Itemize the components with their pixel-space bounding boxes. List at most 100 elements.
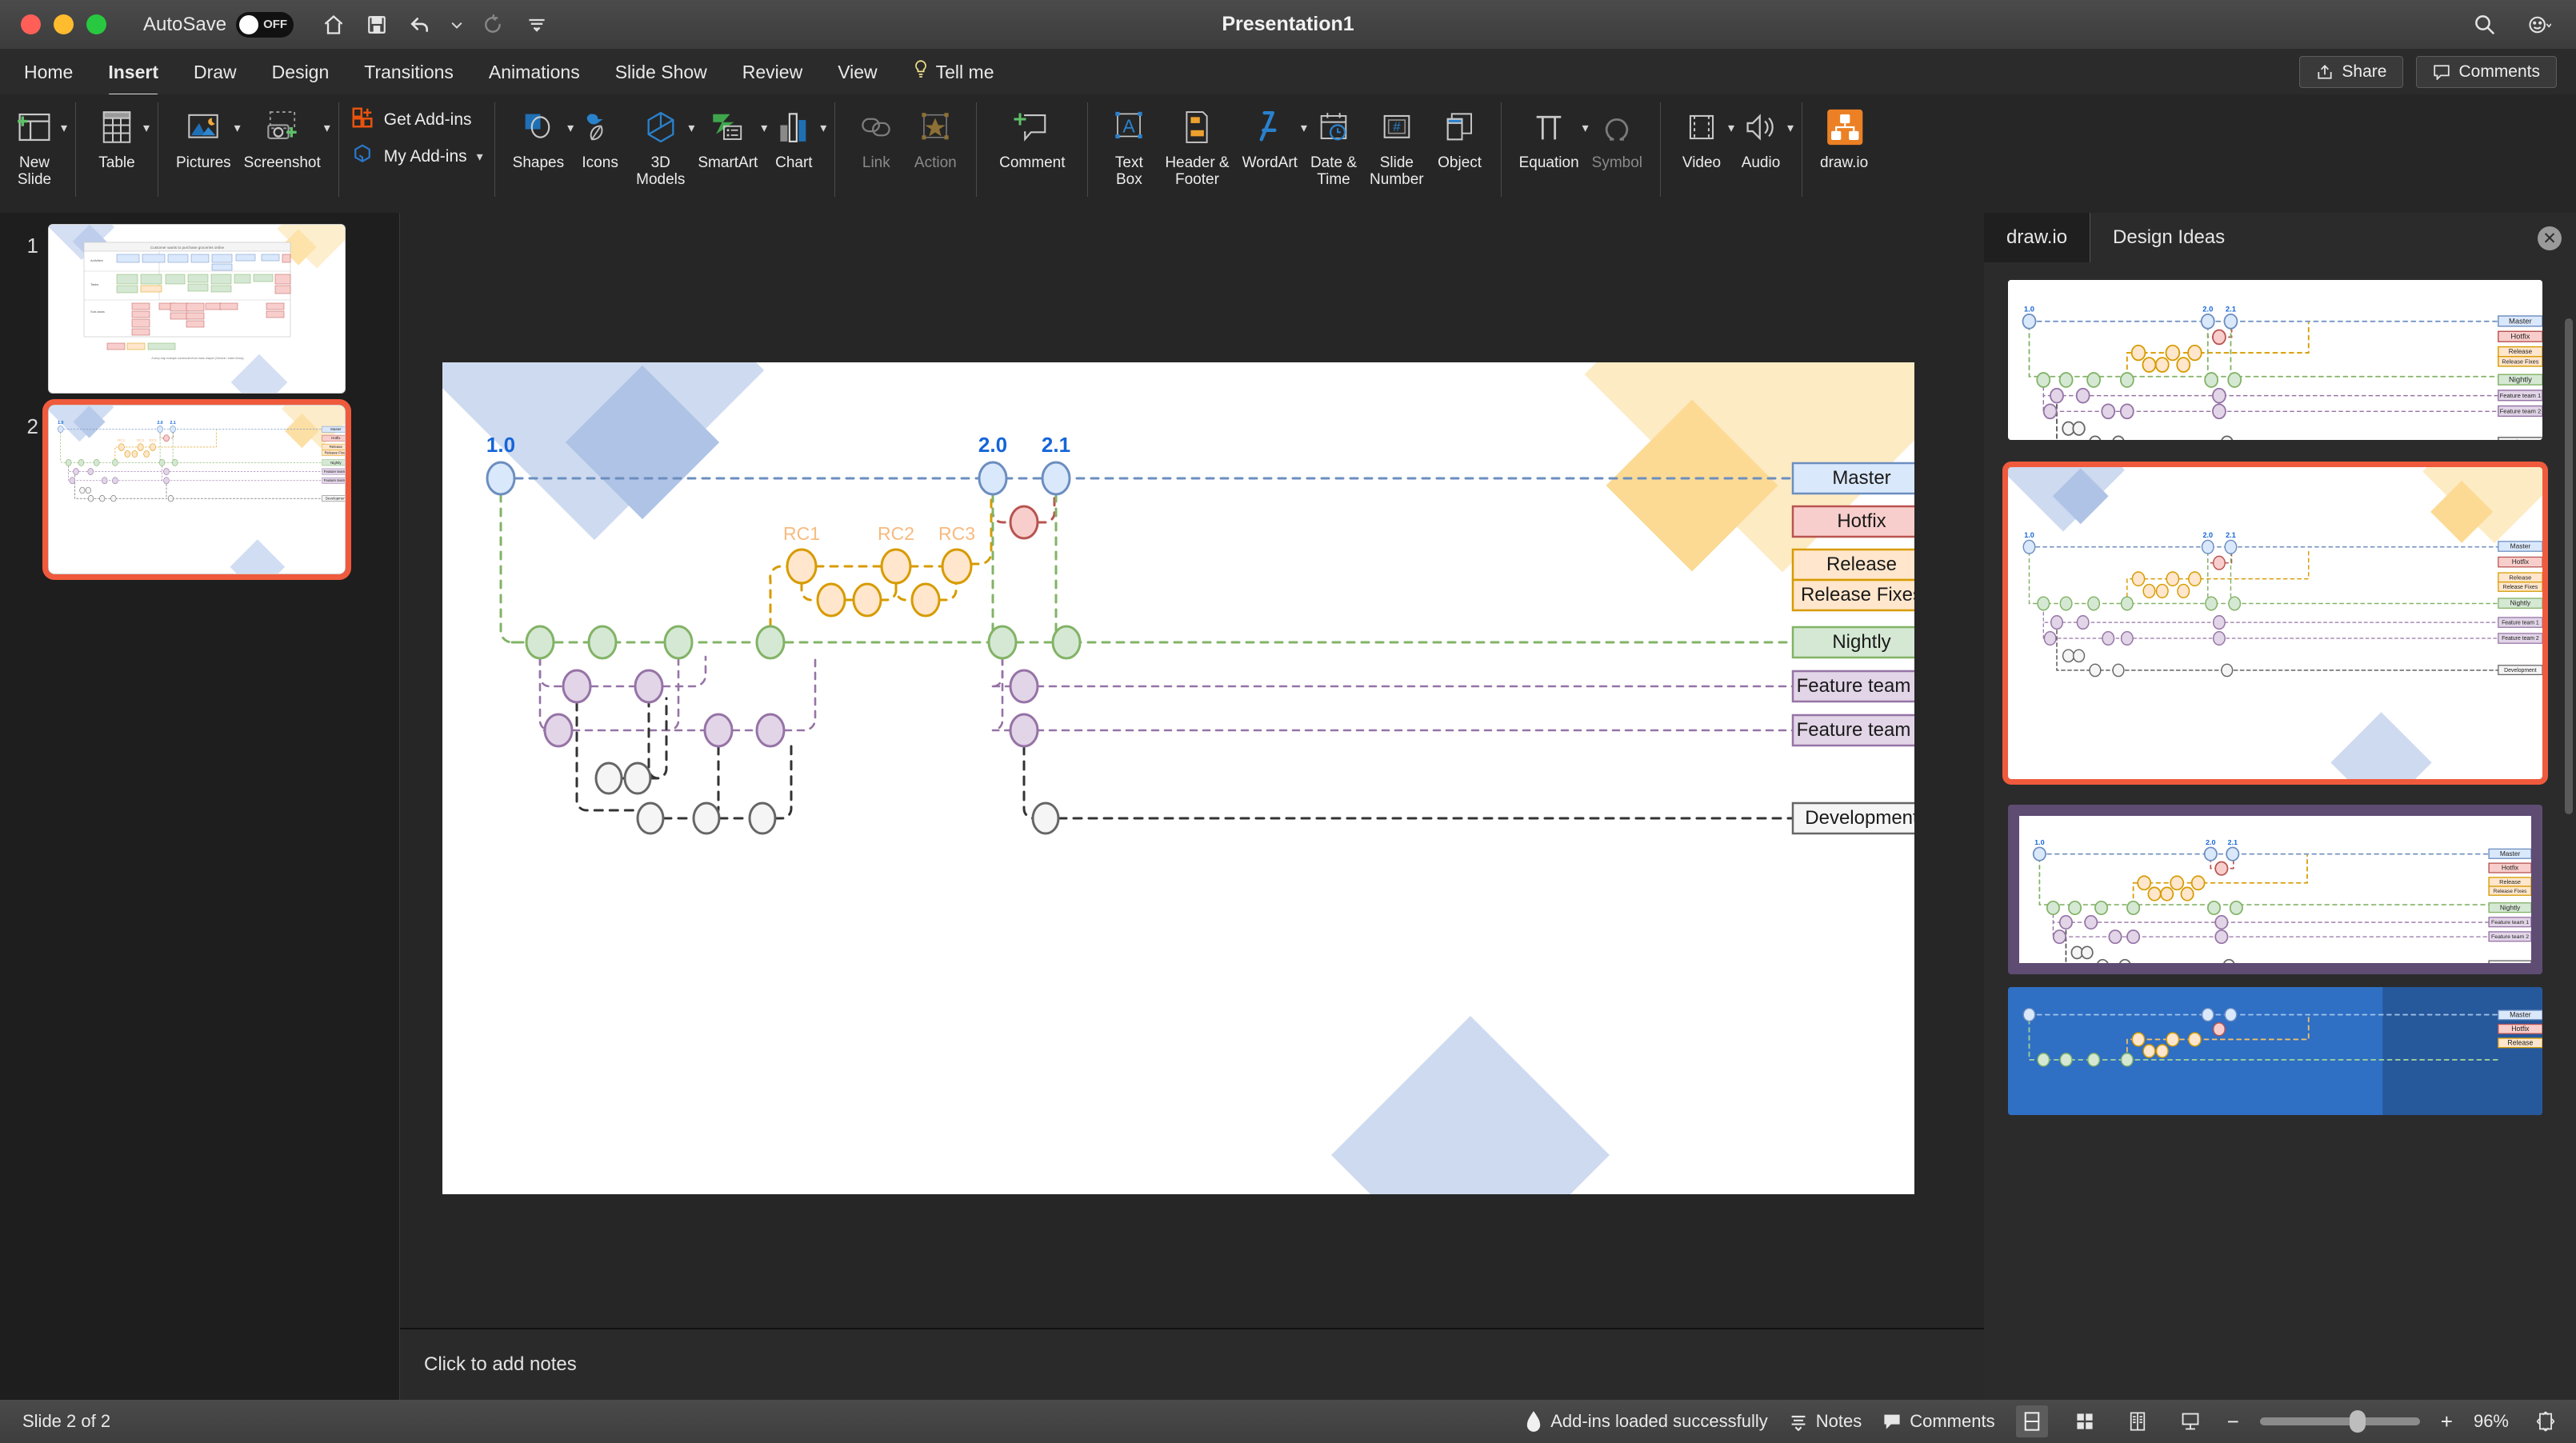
- header-footer-button[interactable]: Header & Footer: [1158, 94, 1235, 189]
- icons-icon: [581, 102, 619, 152]
- new-slide-dropdown-chevron-icon[interactable]: ▾: [61, 120, 67, 136]
- new-slide-button[interactable]: ▾ New Slide: [5, 94, 67, 189]
- svg-text:2.0: 2.0: [157, 421, 162, 426]
- design-idea-card-1[interactable]: 1.0 2.0 2.1 Master Hotfix Release Release …: [2008, 280, 2542, 440]
- get-addins-button[interactable]: Get Add-ins: [350, 106, 472, 134]
- tab-design-ideas[interactable]: Design Ideas: [2090, 213, 2247, 262]
- design-idea-card-2[interactable]: 1.0 2.0 2.1 Master Hotfix Release Release …: [2002, 462, 2548, 785]
- drawio-button[interactable]: draw.io: [1814, 94, 1874, 171]
- video-icon: [1683, 102, 1720, 152]
- tab-view[interactable]: View: [820, 55, 894, 90]
- chart-icon: [775, 102, 812, 152]
- slide-sorter-icon[interactable]: [2069, 1405, 2101, 1437]
- account-icon[interactable]: [2526, 11, 2552, 38]
- slide-thumbnail-pane[interactable]: 1 Customer wants to purchase groceries o…: [0, 213, 400, 1400]
- svg-text:Tasks: Tasks: [90, 282, 98, 286]
- svg-text:2.0: 2.0: [2206, 838, 2216, 846]
- header-footer-label-line1: Header &: [1165, 154, 1230, 171]
- smartart-button[interactable]: ▾ SmartArt: [691, 94, 767, 171]
- zoom-in-button[interactable]: +: [2441, 1409, 2453, 1434]
- svg-text:Feature team 2: Feature team 2: [2491, 934, 2529, 940]
- ribbon-divider: [1087, 102, 1089, 197]
- slide-canvas-pane[interactable]: 1.0 2.0 2.1 RC1 RC2 RC3 Master Hotfix Re…: [400, 213, 1984, 1400]
- thumbnail-frame-1[interactable]: Customer wants to purchase groceries onl…: [48, 224, 346, 394]
- svg-text:A story map example constructe: A story map example constructed from bas…: [151, 357, 243, 360]
- tab-slide-show[interactable]: Slide Show: [598, 55, 725, 90]
- zoom-slider[interactable]: [2259, 1410, 2420, 1433]
- screenshot-button[interactable]: ▾ Screenshot: [238, 94, 330, 171]
- wordart-button[interactable]: ▾ WordArt: [1236, 94, 1307, 171]
- tab-review[interactable]: Review: [725, 55, 820, 90]
- svg-text:Release: Release: [2509, 348, 2533, 355]
- design-ideas-list[interactable]: 1.0 2.0 2.1 Master Hotfix Release Release …: [1984, 262, 2576, 1400]
- tab-draw[interactable]: Draw: [176, 55, 254, 90]
- presenter-view-icon[interactable]: [2174, 1405, 2206, 1437]
- slide-number-button[interactable]: # Slide Number: [1363, 94, 1430, 189]
- search-icon[interactable]: [2472, 11, 2498, 38]
- shapes-button[interactable]: ▾ Shapes: [506, 94, 574, 171]
- legend-label-master: Master: [1832, 467, 1890, 489]
- tell-me-box[interactable]: Tell me: [895, 54, 1012, 90]
- wordart-label: WordArt: [1242, 154, 1298, 171]
- tab-animations[interactable]: Animations: [471, 55, 598, 90]
- slide-surface[interactable]: 1.0 2.0 2.1 RC1 RC2 RC3 Master Hotfix Re…: [442, 362, 1914, 1194]
- legend-label-hotfix: Hotfix: [1837, 510, 1886, 532]
- notes-button[interactable]: Notes: [1789, 1411, 1862, 1432]
- comments-status-button[interactable]: Comments: [1882, 1411, 1995, 1432]
- icons-button[interactable]: Icons: [570, 94, 630, 171]
- slide-indicator: Slide 2 of 2: [22, 1411, 111, 1431]
- table-button[interactable]: ▾ Table: [87, 94, 150, 171]
- slide-number-label-line2: Number: [1370, 171, 1424, 189]
- zoom-out-button[interactable]: −: [2227, 1409, 2239, 1434]
- close-icon[interactable]: ✕: [2538, 226, 2562, 250]
- symbol-icon: [1598, 102, 1635, 152]
- thumbnail-slide-2[interactable]: 2 1.0 2.0 2.1 RC1 RC2 RC3 Master Hotfix …: [0, 394, 399, 580]
- tab-design[interactable]: Design: [254, 55, 347, 90]
- notes-placeholder[interactable]: Click to add notes: [400, 1328, 1984, 1400]
- my-addins-dropdown-chevron-icon[interactable]: ▾: [477, 149, 483, 165]
- pictures-button[interactable]: ▾ Pictures: [170, 94, 241, 171]
- lightbulb-icon: [913, 60, 929, 84]
- tab-drawio[interactable]: draw.io: [1984, 213, 2091, 262]
- text-box-button[interactable]: A Text Box: [1099, 94, 1158, 189]
- audio-dropdown-chevron-icon[interactable]: ▾: [1787, 120, 1794, 136]
- tab-insert[interactable]: Insert: [90, 55, 176, 98]
- design-idea-card-4[interactable]: Master Hotfix Release: [2008, 987, 2542, 1115]
- date-time-button[interactable]: Date & Time: [1304, 94, 1363, 189]
- object-button[interactable]: Object: [1430, 94, 1490, 171]
- action-icon: [917, 102, 954, 152]
- ribbon-group-slides: ▾ New Slide: [0, 94, 69, 213]
- comments-button[interactable]: Comments: [2416, 56, 2557, 88]
- my-addins-button[interactable]: My Add-ins ▾: [350, 142, 483, 171]
- chart-button[interactable]: ▾ Chart: [764, 94, 826, 171]
- pictures-icon: [184, 102, 222, 152]
- fit-slide-icon[interactable]: [2530, 1405, 2562, 1437]
- ribbon-divider: [1500, 102, 1502, 197]
- thumbnail-slide-1[interactable]: 1 Customer wants to purchase groceries o…: [0, 213, 399, 394]
- svg-text:Development: Development: [2502, 438, 2539, 440]
- audio-button[interactable]: ▾ Audio: [1731, 94, 1794, 171]
- commit-nightly-4: [755, 625, 786, 660]
- share-button[interactable]: Share: [2299, 56, 2404, 88]
- tab-home[interactable]: Home: [6, 55, 90, 90]
- ribbon-divider: [834, 102, 836, 197]
- zoom-slider-knob[interactable]: [2349, 1410, 2366, 1433]
- 3d-models-button[interactable]: ▾ 3D Models: [630, 94, 694, 189]
- screenshot-dropdown-chevron-icon[interactable]: ▾: [324, 120, 330, 136]
- chart-dropdown-chevron-icon[interactable]: ▾: [820, 120, 826, 136]
- table-dropdown-chevron-icon[interactable]: ▾: [143, 120, 150, 136]
- normal-view-icon[interactable]: [2015, 1405, 2048, 1437]
- comment-bubble-icon: [2434, 65, 2450, 80]
- task-pane[interactable]: draw.io Design Ideas ✕ 1.0 2.0 2.1 Maste…: [1984, 213, 2576, 1400]
- new-slide-label-line2: Slide: [17, 171, 52, 189]
- video-button[interactable]: ▾ Video: [1672, 94, 1734, 171]
- smartart-label: SmartArt: [698, 154, 758, 171]
- thumbnail-frame-2[interactable]: 1.0 2.0 2.1 RC1 RC2 RC3 Master Hotfix Re…: [42, 399, 351, 580]
- task-pane-scrollbar[interactable]: [2565, 318, 2573, 814]
- equation-button[interactable]: ▾ Equation: [1513, 94, 1589, 171]
- tab-transitions[interactable]: Transitions: [346, 55, 471, 90]
- design-idea-card-3[interactable]: 1.0 2.0 2.1 Master Hotfix Release Release …: [2008, 805, 2542, 974]
- reading-view-icon[interactable]: [2122, 1405, 2154, 1437]
- title-bar: AutoSave OFF Presentation1: [0, 0, 2576, 50]
- insert-comment-button[interactable]: Comment: [988, 94, 1076, 171]
